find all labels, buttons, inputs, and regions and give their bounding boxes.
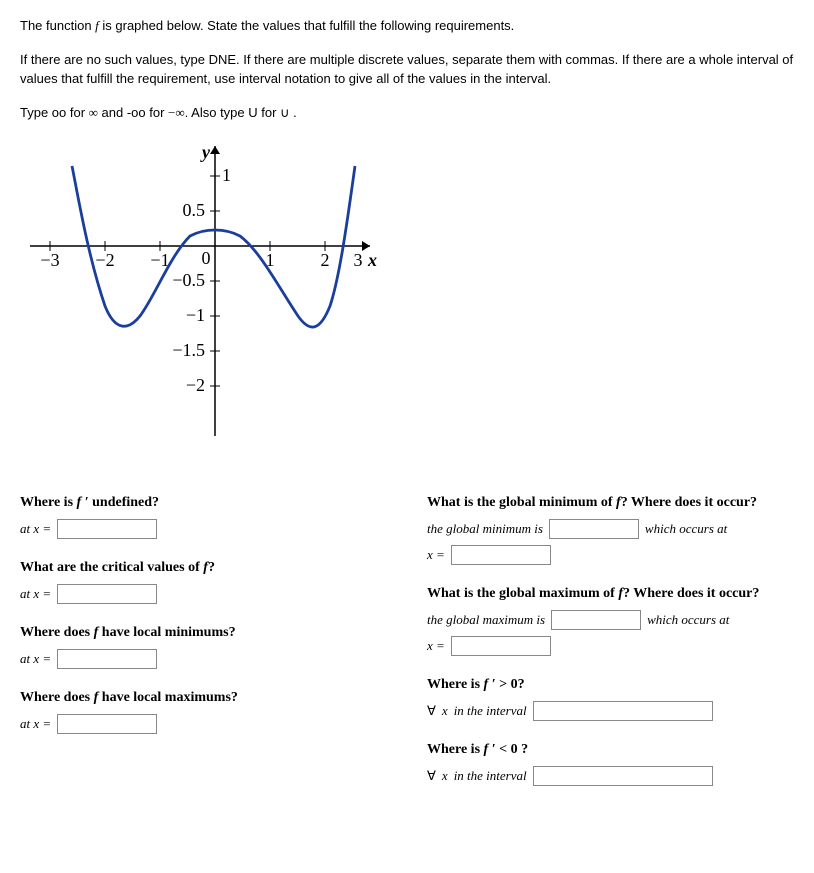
- at-x-label: at x =: [20, 649, 51, 669]
- intro-text: The function f is graphed below. State t…: [20, 16, 794, 122]
- in-interval-label: in the interval: [454, 701, 527, 721]
- fprime-undefined-input[interactable]: [57, 519, 157, 539]
- y-tick-label: −1.5: [172, 340, 205, 360]
- right-column: What is the global minimum of f? Where d…: [427, 492, 794, 804]
- q-global-min: What is the global minimum of f? Where d…: [427, 492, 794, 565]
- q-fprime-undefined: Where is f ′ undefined? at x =: [20, 492, 387, 539]
- x-equals-label: x =: [427, 545, 445, 565]
- intro-line-2: If there are no such values, type DNE. I…: [20, 50, 794, 89]
- y-tick-label: −1: [186, 305, 205, 325]
- critical-values-input[interactable]: [57, 584, 157, 604]
- global-min-x-input[interactable]: [451, 545, 551, 565]
- x-tick-label: 0: [202, 248, 211, 268]
- which-occurs-label: which occurs at: [645, 519, 727, 539]
- x-tick-label: −2: [95, 250, 114, 270]
- x-axis-label: x: [367, 250, 377, 270]
- at-x-label: at x =: [20, 584, 51, 604]
- global-min-is-label: the global minimum is: [427, 519, 543, 539]
- which-occurs-label: which occurs at: [647, 610, 729, 630]
- y-tick-label: −0.5: [172, 270, 205, 290]
- in-interval-label: in the interval: [454, 766, 527, 786]
- q-global-max: What is the global maximum of f? Where d…: [427, 583, 794, 656]
- y-ticks: 0.5 1 −0.5 −1 −1.5 −2: [172, 165, 231, 395]
- forall-symbol: ∀: [427, 701, 436, 721]
- intro-line-3: Type oo for ∞ and -oo for −∞. Also type …: [20, 103, 794, 123]
- x-tick-label: −3: [40, 250, 59, 270]
- local-min-input[interactable]: [57, 649, 157, 669]
- x-equals-label: x =: [427, 636, 445, 656]
- q-local-min: Where does f have local minimums? at x =: [20, 622, 387, 669]
- global-max-x-input[interactable]: [451, 636, 551, 656]
- graph: −3 −2 −1 0 1 2 3 x y 0.5 1: [20, 136, 794, 462]
- fprime-gt-zero-input[interactable]: [533, 701, 713, 721]
- at-x-label: at x =: [20, 519, 51, 539]
- global-max-value-input[interactable]: [551, 610, 641, 630]
- x-tick-label: 3: [354, 250, 363, 270]
- y-tick-label: 0.5: [183, 200, 206, 220]
- global-min-value-input[interactable]: [549, 519, 639, 539]
- q-local-max: Where does f have local maximums? at x =: [20, 687, 387, 734]
- q-fprime-lt-zero: Where is f ′ < 0 ? ∀x in the interval: [427, 739, 794, 786]
- left-column: Where is f ′ undefined? at x = What are …: [20, 492, 387, 752]
- at-x-label: at x =: [20, 714, 51, 734]
- x-tick-label: 2: [321, 250, 330, 270]
- forall-symbol: ∀: [427, 766, 436, 786]
- global-max-is-label: the global maximum is: [427, 610, 545, 630]
- local-max-input[interactable]: [57, 714, 157, 734]
- y-tick-label: −2: [186, 375, 205, 395]
- y-axis-label: y: [200, 142, 211, 162]
- y-axis-arrow-icon: [210, 146, 220, 154]
- fprime-lt-zero-input[interactable]: [533, 766, 713, 786]
- q-fprime-gt-zero: Where is f ′ > 0? ∀x in the interval: [427, 674, 794, 721]
- q-critical-values: What are the critical values of f? at x …: [20, 557, 387, 604]
- function-graph-svg: −3 −2 −1 0 1 2 3 x y 0.5 1: [20, 136, 380, 456]
- intro-line-1: The function f is graphed below. State t…: [20, 18, 514, 33]
- y-tick-label: 1: [222, 165, 231, 185]
